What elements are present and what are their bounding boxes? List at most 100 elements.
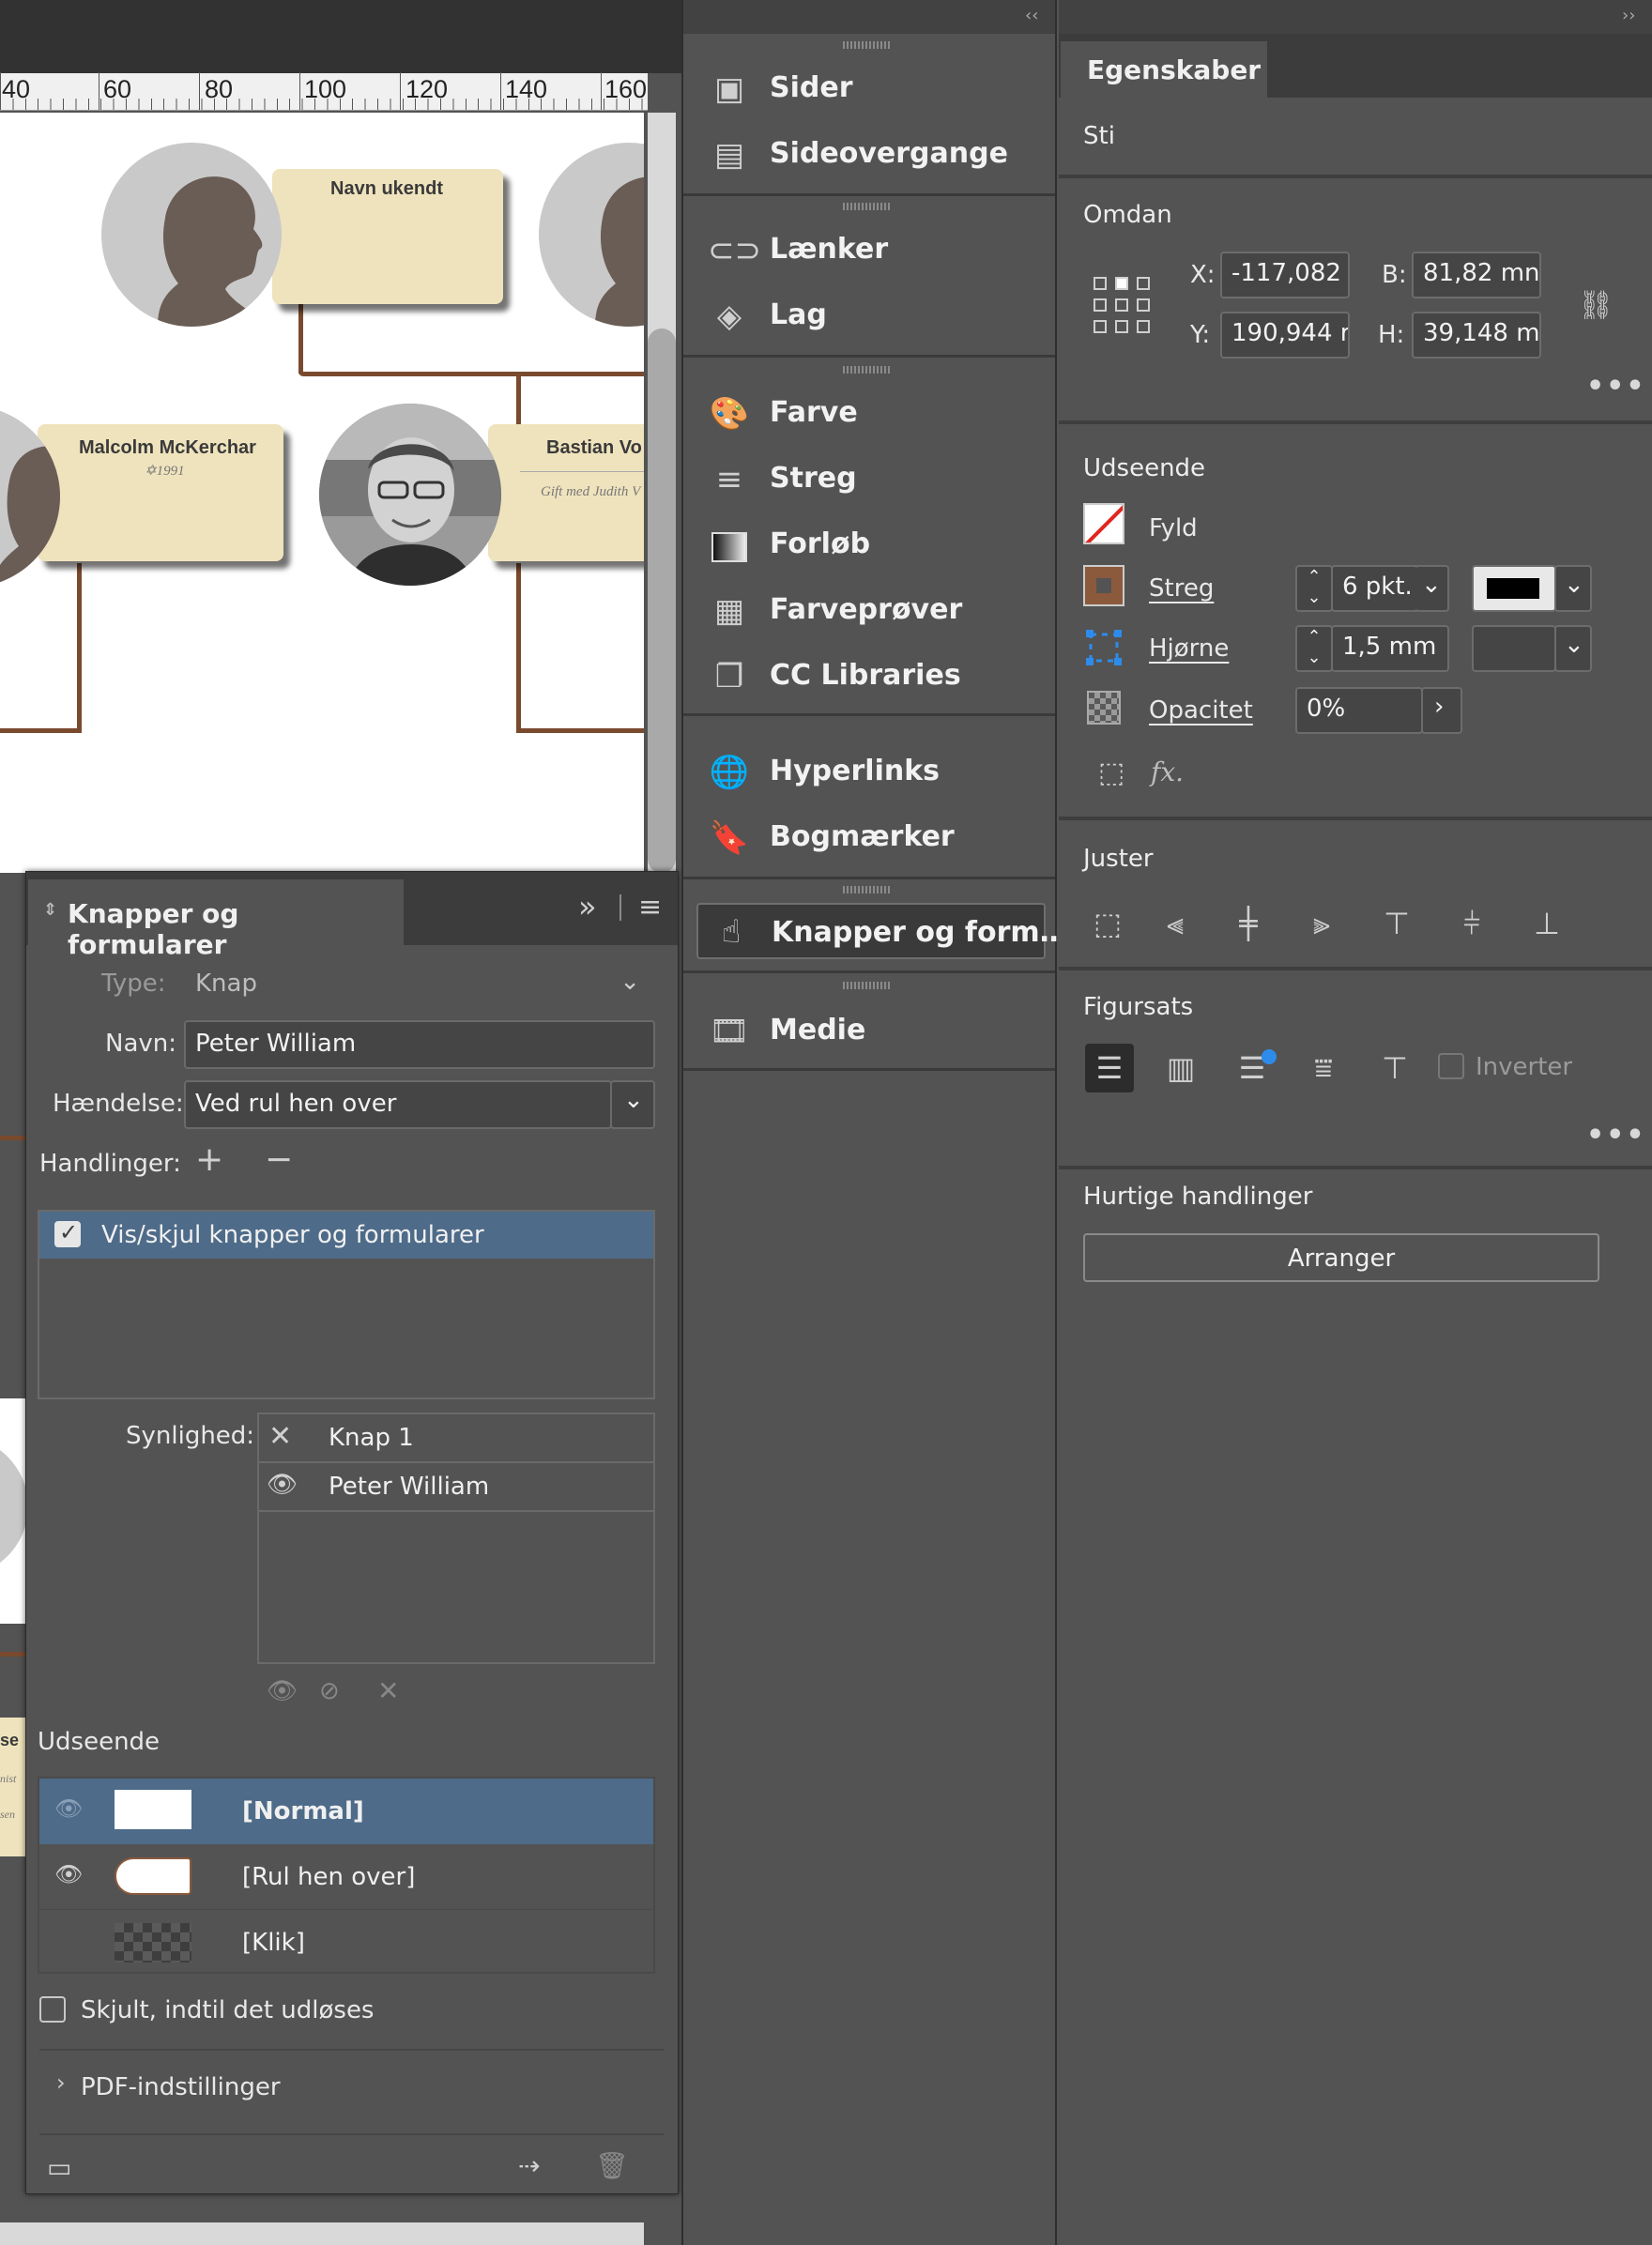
dock-item-layers[interactable]: ◈ Lag bbox=[683, 283, 1055, 349]
dock-item-hyperlinks[interactable]: 🌐 Hyperlinks bbox=[683, 740, 1055, 805]
buttons-forms-panel[interactable]: ⇕ Knapper og formularer » ≡ Type: Knap ⌄… bbox=[25, 871, 679, 2194]
family-card[interactable]: se nist sen bbox=[0, 1718, 25, 1856]
effects-icon[interactable]: fx. bbox=[1151, 756, 1184, 787]
preview-icon[interactable]: ▭ bbox=[47, 2152, 71, 2183]
corner-icon[interactable] bbox=[1085, 629, 1123, 666]
family-card[interactable]: Malcolm McKerchar ✡1991 bbox=[38, 424, 283, 561]
name-input[interactable]: Peter William bbox=[184, 1020, 655, 1069]
silhouette-portrait[interactable] bbox=[539, 143, 644, 327]
align-left-icon[interactable]: ⫷ bbox=[1151, 899, 1200, 948]
dock-item-page-transitions[interactable]: ▤ Sideovergange bbox=[683, 122, 1055, 188]
opacity-input[interactable]: 0% bbox=[1295, 687, 1423, 734]
event-dropdown-button[interactable]: ⌄ bbox=[610, 1080, 655, 1129]
properties-panel[interactable]: ›› Egenskaber Sti Omdan X: -117,082 Y: 1… bbox=[1059, 0, 1652, 2245]
collapse-dock-icon[interactable]: ‹‹ bbox=[1025, 6, 1038, 25]
visibility-item[interactable]: 👁 Peter William bbox=[259, 1463, 653, 1512]
properties-tab[interactable]: Egenskaber bbox=[1061, 41, 1267, 98]
action-checkbox[interactable] bbox=[54, 1219, 81, 1247]
more-options-icon[interactable]: ••• bbox=[1586, 370, 1646, 403]
fill-label[interactable]: Fyld bbox=[1149, 514, 1198, 542]
show-icon[interactable]: 👁 bbox=[267, 1677, 298, 1705]
corner-shape-dropdown[interactable]: ⌄ bbox=[1554, 625, 1592, 672]
fill-swatch[interactable] bbox=[1083, 503, 1124, 544]
panel-dock[interactable]: ‹‹ ▣ Sider ▤ Sideovergange ⊂⊃ Lænker ◈ Lag 🎨… bbox=[681, 0, 1068, 2245]
no-text-wrap-icon[interactable]: ☰ bbox=[1085, 1044, 1134, 1092]
dock-item-color[interactable]: 🎨 Farve bbox=[683, 381, 1055, 447]
family-card[interactable]: Navn ukendt bbox=[272, 169, 503, 304]
stroke-color-dropdown[interactable]: ⌄ bbox=[1554, 565, 1592, 612]
scrollbar-thumb[interactable] bbox=[648, 328, 676, 873]
opacity-label[interactable]: Opacitet bbox=[1149, 696, 1253, 725]
jump-to-next-column-icon[interactable]: ⊤ bbox=[1370, 1044, 1419, 1092]
drag-grip[interactable] bbox=[843, 203, 890, 210]
dock-item-gradient[interactable]: Forløb bbox=[683, 512, 1055, 578]
appearance-state[interactable]: 👁 [Normal] bbox=[39, 1779, 653, 1844]
family-card[interactable]: Bastian Vo Gift med Judith V bbox=[488, 424, 644, 561]
panel-tab[interactable]: ⇕ Knapper og formularer bbox=[28, 879, 404, 960]
y-input[interactable]: 190,944 r bbox=[1220, 312, 1350, 359]
jump-object-icon[interactable]: ⩸ bbox=[1299, 1044, 1348, 1092]
visibility-list[interactable]: ✕ Knap 1 👁 Peter William bbox=[257, 1413, 655, 1664]
hide-x-icon[interactable]: ✕ bbox=[268, 1420, 292, 1453]
type-select[interactable]: Knap ⌄ bbox=[184, 960, 655, 1009]
height-input[interactable]: 39,148 m bbox=[1412, 312, 1541, 359]
arrange-button[interactable]: Arranger bbox=[1083, 1233, 1599, 1282]
action-item[interactable]: Vis/skjul knapper og formularer bbox=[39, 1212, 653, 1259]
link-proportions-icon[interactable]: ⛓ bbox=[1571, 282, 1620, 330]
actions-list[interactable]: Vis/skjul knapper og formularer bbox=[38, 1210, 655, 1399]
stroke-color-select[interactable] bbox=[1472, 565, 1556, 612]
eye-icon[interactable]: 👁 bbox=[54, 1861, 83, 1887]
align-to-selection-icon[interactable]: ⬚ bbox=[1083, 899, 1132, 948]
vertical-scrollbar[interactable] bbox=[648, 113, 676, 873]
add-action-icon[interactable]: + bbox=[195, 1140, 223, 1179]
hide-eye-icon[interactable]: ⊘ bbox=[319, 1677, 340, 1705]
dock-item-swatches[interactable]: ▦ Farveprøver bbox=[683, 578, 1055, 644]
dock-item-media[interactable]: 🎞 Medie bbox=[683, 999, 1055, 1064]
opacity-slider-button[interactable]: › bbox=[1421, 687, 1462, 734]
align-bottom-icon[interactable]: ⊥ bbox=[1522, 899, 1571, 948]
align-vertical-center-icon[interactable]: ⫩ bbox=[1447, 899, 1496, 948]
dock-item-pages[interactable]: ▣ Sider bbox=[683, 56, 1055, 122]
ignore-x-icon[interactable]: ✕ bbox=[377, 1675, 399, 1706]
dock-item-bookmarks[interactable]: 🔖 Bogmærker bbox=[683, 805, 1055, 871]
horizontal-scrollbar[interactable] bbox=[0, 2222, 644, 2245]
dock-item-stroke[interactable]: ≡ Streg bbox=[683, 447, 1055, 512]
dock-item-links[interactable]: ⊂⊃ Lænker bbox=[683, 218, 1055, 283]
x-input[interactable]: -117,082 bbox=[1220, 252, 1350, 298]
panel-menu-icon[interactable]: ≡ bbox=[638, 891, 662, 924]
stroke-stepper[interactable]: ⌃ ⌄ bbox=[1295, 565, 1333, 612]
eye-icon[interactable]: 👁 bbox=[267, 1471, 298, 1499]
drag-grip[interactable] bbox=[843, 41, 890, 49]
align-right-icon[interactable]: ⫸ bbox=[1297, 899, 1346, 948]
corner-shape-select[interactable] bbox=[1472, 625, 1556, 672]
appearance-state[interactable]: 👁 [Rul hen over] bbox=[39, 1844, 653, 1910]
event-select[interactable]: Ved rul hen over bbox=[184, 1080, 612, 1129]
silhouette-portrait[interactable] bbox=[101, 143, 282, 327]
drag-grip[interactable] bbox=[843, 886, 890, 893]
corner-size-input[interactable]: 1,5 mm bbox=[1331, 625, 1449, 672]
reference-point-icon[interactable] bbox=[1093, 276, 1151, 334]
stroke-weight-dropdown[interactable]: ⌄ bbox=[1415, 565, 1449, 612]
appearance-state[interactable]: [Klik] bbox=[39, 1910, 653, 1976]
drag-grip[interactable] bbox=[843, 982, 890, 989]
document-page[interactable]: Navn ukendt Malcolm McKerchar ✡1991 Bast… bbox=[0, 113, 644, 873]
opacity-icon[interactable] bbox=[1087, 691, 1121, 725]
visibility-item[interactable]: ✕ Knap 1 bbox=[259, 1414, 653, 1463]
dock-item-buttons-forms[interactable]: ☝ Knapper og form… bbox=[696, 903, 1068, 959]
stroke-frame-icon[interactable]: ⬚ bbox=[1087, 749, 1136, 798]
pdf-options-label[interactable]: PDF-indstillinger bbox=[81, 2073, 281, 2101]
corner-stepper[interactable]: ⌃ ⌄ bbox=[1295, 625, 1333, 672]
dock-item-cc-libraries[interactable]: ❐ CC Libraries bbox=[683, 644, 1055, 710]
appearance-list[interactable]: 👁 [Normal] 👁 [Rul hen over] [Klik] bbox=[38, 1777, 655, 1974]
trash-icon[interactable]: 🗑 bbox=[595, 2150, 629, 2181]
horizontal-ruler[interactable]: 40 60 80 100 120 140 160 bbox=[0, 72, 648, 111]
wrap-bounding-box-icon[interactable]: ▥ bbox=[1156, 1044, 1205, 1092]
convert-to-button-icon[interactable]: ⇢ bbox=[518, 2150, 540, 2181]
photo-portrait[interactable] bbox=[319, 404, 501, 586]
align-top-icon[interactable]: ⊤ bbox=[1372, 899, 1421, 948]
drag-grip[interactable] bbox=[843, 366, 890, 374]
panel-collapse-icon[interactable]: ⇕ bbox=[43, 900, 57, 920]
stroke-swatch[interactable] bbox=[1083, 565, 1124, 606]
corner-label[interactable]: Hjørne bbox=[1149, 634, 1229, 663]
align-horizontal-center-icon[interactable]: ╪ bbox=[1224, 899, 1273, 948]
